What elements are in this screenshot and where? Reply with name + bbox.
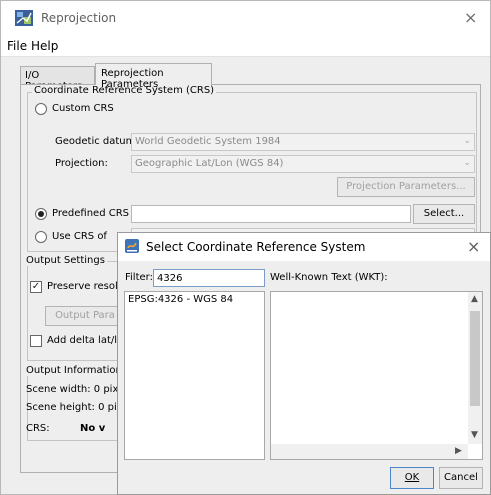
wkt-label: Well-Known Text (WKT): <box>270 272 388 283</box>
crs-list[interactable]: EPSG:4326 - WGS 84 <box>124 291 265 460</box>
wkt-text-area[interactable]: ▲ ▼ ▶ <box>270 291 483 460</box>
scroll-right-icon[interactable]: ▶ <box>455 446 462 456</box>
chevron-down-icon: ⌄ <box>463 158 471 168</box>
preserve-resolution-checkbox[interactable]: ✓ <box>30 281 42 293</box>
projection-value: Geographic Lat/Lon (WGS 84) <box>135 158 284 169</box>
projection-label: Projection: <box>55 158 108 169</box>
custom-crs-radio[interactable] <box>35 103 47 115</box>
use-crs-of-label: Use CRS of <box>52 231 107 242</box>
select-crs-dialog: Select Coordinate Reference System × Fil… <box>117 232 491 495</box>
filter-label: Filter: <box>125 272 153 283</box>
scroll-down-icon[interactable]: ▼ <box>471 430 478 440</box>
crs-info-value: No v <box>80 423 106 434</box>
tab-reprojection-parameters[interactable]: Reprojection Parameters <box>95 63 212 90</box>
dialog-title-bar[interactable]: Select Coordinate Reference System × <box>118 233 490 261</box>
preserve-resolution-label: Preserve resol <box>47 281 118 292</box>
horizontal-scrollbar[interactable]: ▶ <box>271 444 468 459</box>
dialog-title: Select Coordinate Reference System <box>146 240 366 254</box>
title-bar[interactable]: Reprojection × <box>1 1 490 35</box>
vertical-scrollbar[interactable]: ▲ ▼ <box>468 292 482 444</box>
ok-button[interactable]: OK <box>390 467 434 489</box>
cancel-button-label: Cancel <box>444 472 478 483</box>
add-delta-latlon-checkbox[interactable] <box>30 335 42 347</box>
java-app-icon <box>125 239 139 253</box>
predefined-crs-radio[interactable] <box>35 208 47 220</box>
chevron-down-icon: ⌄ <box>463 136 471 146</box>
scene-width-label: Scene width: 0 pix <box>26 384 119 395</box>
output-parameters-button[interactable]: Output Para <box>45 306 125 326</box>
scrollbar-thumb[interactable] <box>470 311 480 406</box>
scene-height-label: Scene height: 0 pix <box>26 402 123 413</box>
crs-info-label: CRS: <box>26 423 50 434</box>
list-item[interactable]: EPSG:4326 - WGS 84 <box>128 294 233 305</box>
projection-parameters-button[interactable]: Projection Parameters... <box>337 177 475 197</box>
ok-button-label: OK <box>404 472 420 483</box>
output-information-title: Output Information <box>24 365 124 376</box>
close-icon[interactable]: × <box>467 237 480 256</box>
output-settings-title: Output Settings <box>24 255 107 266</box>
filter-input[interactable] <box>153 269 265 287</box>
geodetic-datum-label: Geodetic datum: <box>55 136 139 147</box>
tab-io-parameters[interactable]: I/O Parameters <box>20 66 95 92</box>
geodetic-datum-select[interactable]: World Geodetic System 1984 ⌄ <box>131 133 475 151</box>
predefined-crs-label: Predefined CRS <box>52 208 129 219</box>
cancel-button[interactable]: Cancel <box>439 467 483 489</box>
predefined-crs-field[interactable] <box>131 205 411 223</box>
menu-file[interactable]: File <box>7 39 27 53</box>
custom-crs-label: Custom CRS <box>52 103 114 114</box>
close-icon[interactable]: × <box>464 8 477 27</box>
select-crs-button[interactable]: Select... <box>413 204 475 224</box>
reprojection-app-icon <box>15 10 33 26</box>
window-title: Reprojection <box>41 11 117 25</box>
scroll-up-icon[interactable]: ▲ <box>471 294 478 304</box>
projection-select[interactable]: Geographic Lat/Lon (WGS 84) ⌄ <box>131 155 475 173</box>
use-crs-of-radio[interactable] <box>35 231 47 243</box>
menu-help[interactable]: Help <box>31 39 58 53</box>
menu-bar: File Help <box>1 35 490 57</box>
geodetic-datum-value: World Geodetic System 1984 <box>135 136 281 147</box>
add-delta-latlon-label: Add delta lat/lo <box>47 335 124 346</box>
